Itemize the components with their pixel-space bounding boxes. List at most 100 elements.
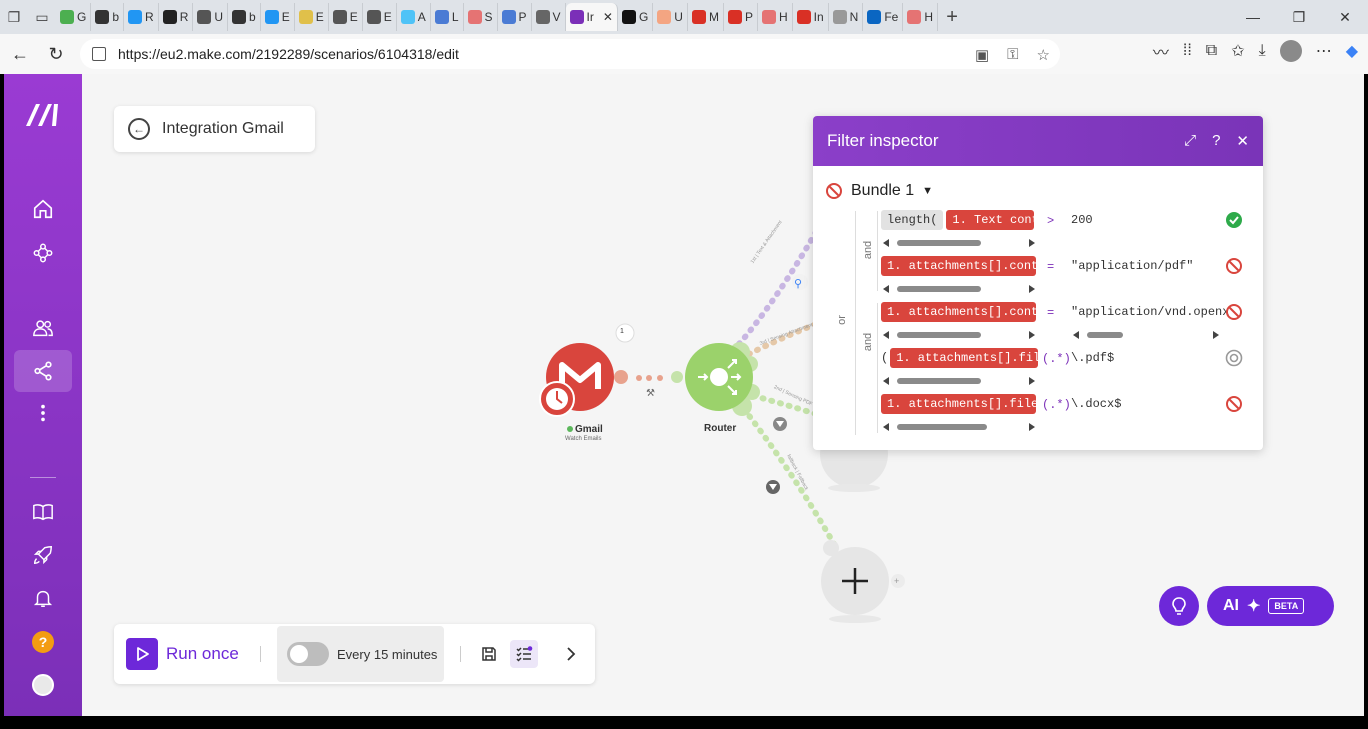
logic-or: or bbox=[835, 315, 848, 325]
tab-actions-icon[interactable]: ▭ bbox=[28, 3, 56, 31]
browser-tab[interactable]: U bbox=[193, 3, 229, 31]
browser-tab[interactable]: b bbox=[228, 3, 261, 31]
wrench-icon[interactable]: ⚒ bbox=[646, 388, 655, 399]
scrollbar-3[interactable] bbox=[881, 330, 1037, 340]
favorites-icon[interactable]: ✩ bbox=[1231, 41, 1244, 61]
close-window-button[interactable]: ✕ bbox=[1322, 9, 1368, 26]
browser-tab[interactable]: L bbox=[431, 3, 464, 31]
browser-tab[interactable]: U bbox=[653, 3, 688, 31]
scrollbar-3-value[interactable] bbox=[1071, 330, 1221, 340]
browser-tab[interactable]: E bbox=[363, 3, 397, 31]
url-field[interactable]: https://eu2.make.com/2192289/scenarios/6… bbox=[80, 39, 1060, 69]
browser-tab[interactable]: H bbox=[758, 3, 793, 31]
ai-label: AI bbox=[1223, 597, 1239, 614]
page-action-icon[interactable]: ▣ bbox=[975, 46, 989, 64]
chevron-right-icon[interactable] bbox=[557, 640, 585, 668]
fail-blocked-icon bbox=[1226, 396, 1242, 412]
tab-label: L bbox=[451, 10, 459, 24]
browser-tab[interactable]: P bbox=[498, 3, 532, 31]
browser-tab[interactable]: S bbox=[464, 3, 498, 31]
scenario-title[interactable]: Integration Gmail bbox=[162, 120, 284, 138]
inspector-header-icons: ⤢ ? ✕ bbox=[1184, 132, 1249, 150]
expand-icon[interactable]: ⤢ bbox=[1184, 132, 1196, 150]
scrollbar-2[interactable] bbox=[881, 284, 1037, 294]
browser-tab[interactable]: A bbox=[397, 3, 431, 31]
tab-label: Ir bbox=[586, 10, 594, 24]
value-4: \.pdf$ bbox=[1071, 351, 1115, 365]
minimize-button[interactable]: — bbox=[1230, 9, 1276, 25]
tab-favicon-icon bbox=[657, 10, 672, 24]
favorite-star-icon[interactable]: ☆ bbox=[1037, 46, 1050, 64]
browser-tab[interactable]: R bbox=[124, 3, 159, 31]
tab-label: G bbox=[77, 10, 87, 24]
browser-tab[interactable]: G bbox=[56, 3, 92, 31]
close-tab-icon[interactable]: ✕ bbox=[603, 10, 613, 24]
tab-label: E bbox=[349, 10, 358, 24]
extension-app-icon[interactable]: ⁞⁞ bbox=[1183, 42, 1192, 60]
save-icon[interactable] bbox=[475, 640, 503, 668]
browser-tab[interactable]: E bbox=[329, 3, 363, 31]
ai-assistant-button[interactable]: AI ✦ BETA bbox=[1207, 586, 1334, 626]
tab-favicon-icon bbox=[569, 10, 584, 24]
field-pill-attachments-filename-2: 1. attachments[].file bbox=[881, 394, 1036, 414]
browser-tab[interactable]: b bbox=[91, 3, 125, 31]
operator-5: (.*) bbox=[1042, 398, 1071, 412]
new-tab-button[interactable]: + bbox=[938, 3, 966, 31]
browser-tab[interactable]: M bbox=[688, 3, 724, 31]
browser-tab-strip: ❐ ▭ Gb R R Ub E E E E A L S P V Ir ✕ G U M P H In N Fe H + — ❐ … bbox=[0, 0, 1368, 34]
operator-2: = bbox=[1047, 260, 1055, 274]
downloads-icon[interactable]: ⤓ bbox=[1259, 42, 1266, 60]
settings-more-icon[interactable]: ⋯ bbox=[1316, 41, 1332, 61]
scrollbar-5[interactable] bbox=[881, 422, 1037, 432]
browser-tab[interactable]: N bbox=[829, 3, 864, 31]
schedule-toggle[interactable] bbox=[287, 642, 329, 666]
schedule-control[interactable]: Every 15 minutes bbox=[277, 626, 444, 682]
key-icon[interactable]: ⚿ bbox=[1007, 46, 1018, 64]
copilot-icon[interactable]: ◆ bbox=[1346, 41, 1358, 61]
logic-and-1: and bbox=[862, 240, 875, 260]
tab-favicon-icon bbox=[621, 10, 636, 24]
tab-label: V bbox=[552, 10, 561, 24]
browser-tab[interactable]: Ir ✕ bbox=[565, 3, 618, 31]
router-module[interactable] bbox=[685, 342, 760, 416]
browser-tab[interactable]: V bbox=[532, 3, 566, 31]
browser-tab[interactable]: E bbox=[295, 3, 329, 31]
add-module-fallback[interactable]: + bbox=[821, 540, 905, 623]
extensions-icon[interactable]: ⧉ bbox=[1206, 42, 1217, 60]
value-2: "application/pdf" bbox=[1071, 259, 1194, 273]
help-question-icon[interactable]: ? bbox=[1212, 132, 1220, 150]
tab-favicon-icon bbox=[60, 10, 74, 24]
browser-tab[interactable]: H bbox=[903, 3, 939, 31]
performance-icon[interactable]: 〰 bbox=[1153, 39, 1169, 63]
close-icon[interactable]: ✕ bbox=[1236, 132, 1249, 150]
condition-row-3: 1. attachments[].cont bbox=[881, 301, 1036, 323]
browser-tab[interactable]: G bbox=[618, 3, 654, 31]
tab-favicon-icon bbox=[535, 10, 550, 24]
filter-inspector-header: Filter inspector ⤢ ? ✕ bbox=[813, 116, 1263, 166]
gmail-module[interactable] bbox=[539, 343, 614, 417]
workspaces-icon[interactable]: ❐ bbox=[0, 3, 28, 31]
browser-tab[interactable]: P bbox=[724, 3, 758, 31]
and-bracket-2 bbox=[877, 303, 878, 433]
back-button[interactable]: ← bbox=[2, 36, 38, 72]
scenario-settings-icon[interactable] bbox=[510, 640, 538, 668]
profile-avatar[interactable] bbox=[1279, 40, 1302, 62]
caret-down-icon: ▼ bbox=[922, 185, 934, 197]
run-once-button[interactable]: Run once bbox=[126, 638, 239, 670]
tab-label: R bbox=[145, 10, 154, 24]
browser-tab[interactable]: R bbox=[159, 3, 194, 31]
scrollbar-4[interactable] bbox=[881, 376, 1037, 386]
scrollbar-1[interactable] bbox=[881, 238, 1037, 248]
tab-favicon-icon bbox=[727, 10, 742, 24]
browser-tab[interactable]: In bbox=[793, 3, 829, 31]
tab-favicon-icon bbox=[197, 10, 212, 24]
back-arrow-icon[interactable]: ← bbox=[128, 118, 150, 140]
browser-tab[interactable]: Fe bbox=[863, 3, 904, 31]
browser-tab[interactable]: E bbox=[261, 3, 295, 31]
refresh-button[interactable]: ↻ bbox=[38, 36, 74, 72]
site-info-icon[interactable] bbox=[92, 47, 106, 61]
tab-label: G bbox=[638, 10, 649, 24]
bundle-selector[interactable]: Bundle 1 ▼ bbox=[825, 182, 933, 200]
lightbulb-button[interactable] bbox=[1159, 586, 1199, 626]
restore-button[interactable]: ❐ bbox=[1276, 9, 1322, 26]
